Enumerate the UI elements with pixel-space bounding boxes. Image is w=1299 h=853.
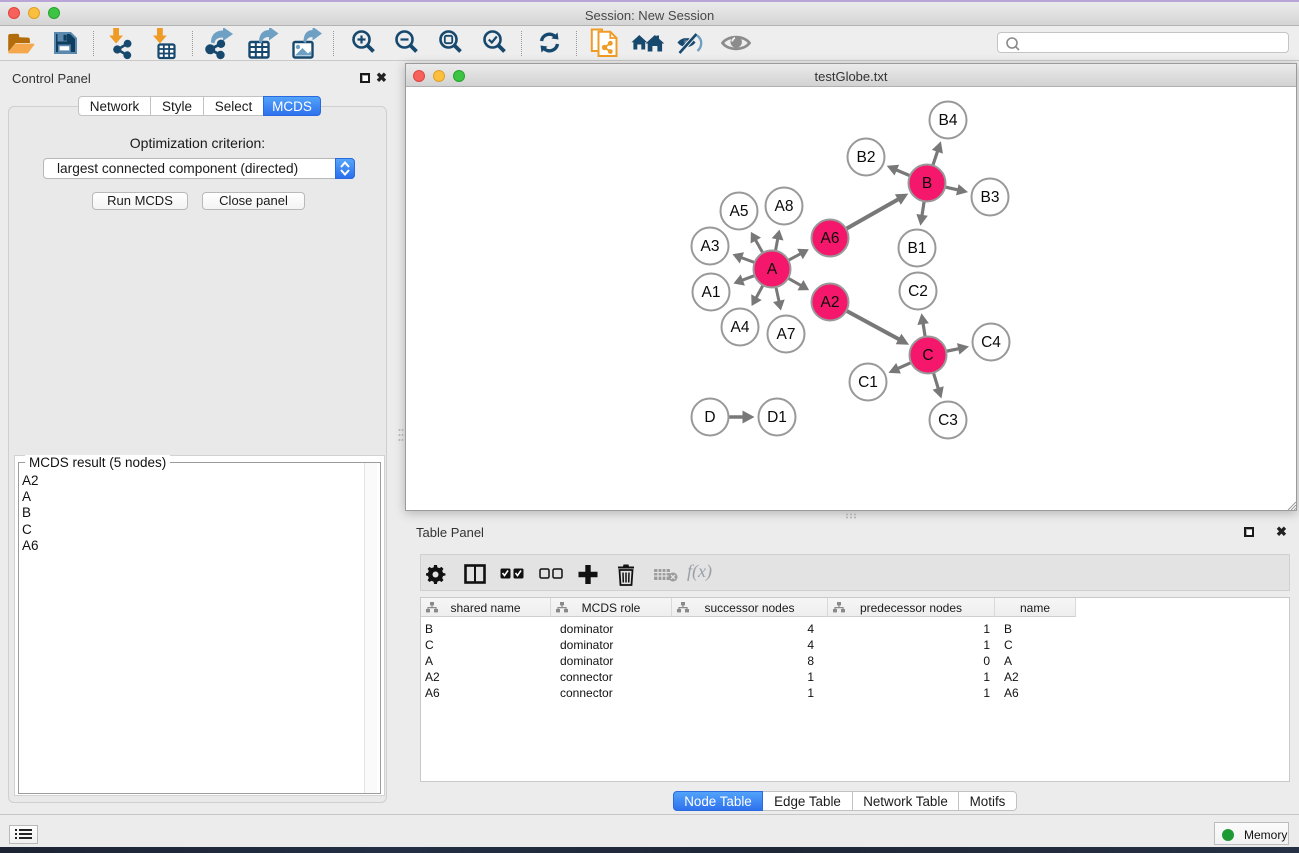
svg-text:B: B (922, 175, 932, 192)
svg-text:C2: C2 (908, 283, 928, 300)
svg-text:B4: B4 (939, 112, 958, 129)
svg-text:A6: A6 (821, 230, 840, 247)
svg-text:B1: B1 (908, 240, 927, 257)
svg-text:A8: A8 (775, 198, 794, 215)
svg-text:C: C (922, 347, 933, 364)
svg-text:A1: A1 (702, 284, 721, 301)
svg-text:C1: C1 (858, 374, 878, 391)
svg-text:D1: D1 (767, 409, 787, 426)
svg-text:A4: A4 (731, 319, 750, 336)
svg-text:D: D (704, 409, 715, 426)
svg-text:A3: A3 (701, 238, 720, 255)
svg-text:A5: A5 (730, 203, 749, 220)
svg-text:A: A (767, 261, 778, 278)
svg-text:B2: B2 (857, 149, 876, 166)
svg-text:A7: A7 (777, 326, 796, 343)
svg-text:A2: A2 (821, 294, 840, 311)
svg-text:C4: C4 (981, 334, 1001, 351)
svg-text:B3: B3 (981, 189, 1000, 206)
svg-text:C3: C3 (938, 412, 958, 429)
